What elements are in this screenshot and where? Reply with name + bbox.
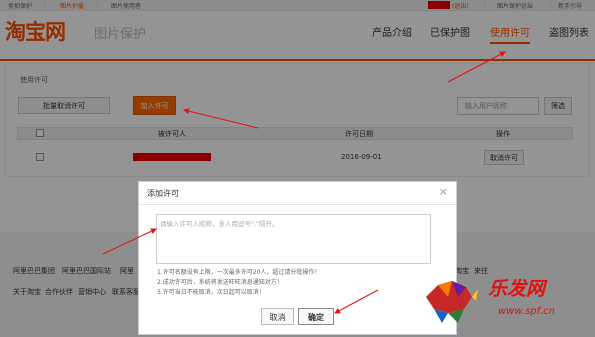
watermark-brand: 乐发网 xyxy=(488,278,546,300)
bull-logo-icon xyxy=(426,281,478,323)
arrow-to-textarea xyxy=(102,228,157,255)
arrow-to-nav xyxy=(447,51,506,83)
watermark-url: www.spf.cn xyxy=(498,306,555,317)
arrow-to-confirm xyxy=(334,289,379,314)
watermark: 乐发网 www.spf.cn xyxy=(418,262,593,336)
arrow-to-add-button xyxy=(183,108,259,129)
